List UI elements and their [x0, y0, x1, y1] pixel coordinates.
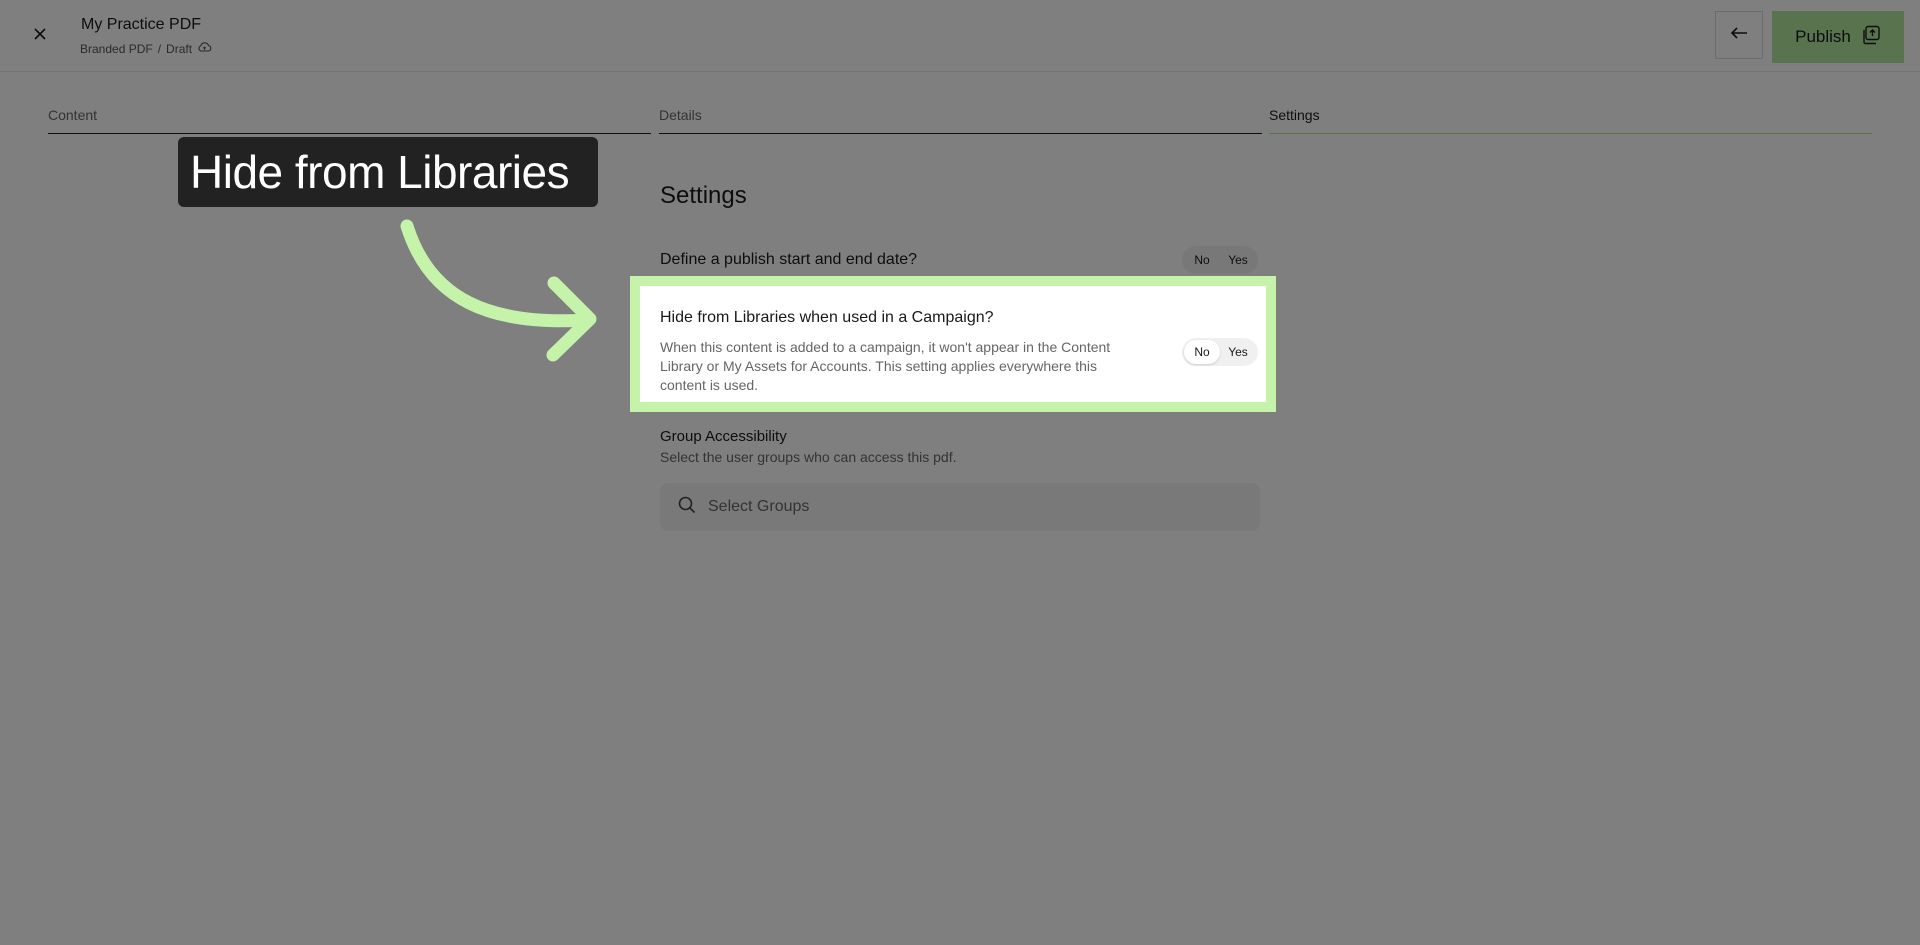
description-line: Library or My Assets for Accounts. This … [660, 358, 1098, 374]
arrow-left-icon [1730, 26, 1748, 45]
tab-content[interactable]: Content [48, 98, 651, 134]
toggle-option-yes[interactable]: Yes [1220, 248, 1256, 272]
tab-details[interactable]: Details [659, 98, 1262, 134]
hide-from-libraries-label: Hide from Libraries when used in a Campa… [660, 309, 994, 326]
highlighted-setting-row: Hide from Libraries when used in a Campa… [640, 286, 1266, 402]
select-groups-placeholder: Select Groups [708, 498, 810, 515]
group-accessibility-description: Select the user groups who can access th… [660, 449, 957, 465]
breadcrumb-type: Branded PDF [80, 41, 153, 56]
close-icon [33, 27, 47, 46]
toggle-option-no[interactable]: No [1184, 248, 1220, 272]
toggle-option-no[interactable]: No [1184, 340, 1220, 364]
description-line: When this content is added to a campaign… [660, 339, 1111, 355]
search-icon [678, 496, 696, 519]
close-button[interactable] [26, 24, 54, 48]
breadcrumb-separator: / [157, 41, 162, 56]
hide-from-libraries-description: When this content is added to a campaign… [660, 338, 1160, 395]
publish-dates-toggle[interactable]: No Yes [1182, 246, 1258, 274]
breadcrumb: Branded PDF / Draft [80, 41, 212, 56]
publish-label: Publish [1795, 27, 1851, 46]
cloud-icon [197, 41, 212, 56]
publish-icon [1861, 25, 1881, 50]
publish-dates-label: Define a publish start and end date? [660, 251, 918, 268]
tab-settings[interactable]: Settings [1269, 98, 1872, 134]
document-title: My Practice PDF [81, 16, 202, 33]
description-line: content is used. [660, 377, 759, 393]
hide-from-libraries-toggle[interactable]: No Yes [1182, 338, 1258, 366]
top-bar: My Practice PDF Branded PDF / Draft Publ… [0, 0, 1920, 72]
publish-button[interactable]: Publish [1772, 11, 1904, 63]
select-groups-input[interactable]: Select Groups [660, 483, 1260, 531]
settings-heading: Settings [660, 182, 747, 209]
back-button[interactable] [1715, 11, 1763, 59]
toggle-option-yes[interactable]: Yes [1220, 340, 1256, 364]
breadcrumb-status: Draft [166, 41, 193, 56]
group-accessibility-label: Group Accessibility [660, 428, 787, 445]
callout-label: Hide from Libraries [178, 137, 598, 207]
